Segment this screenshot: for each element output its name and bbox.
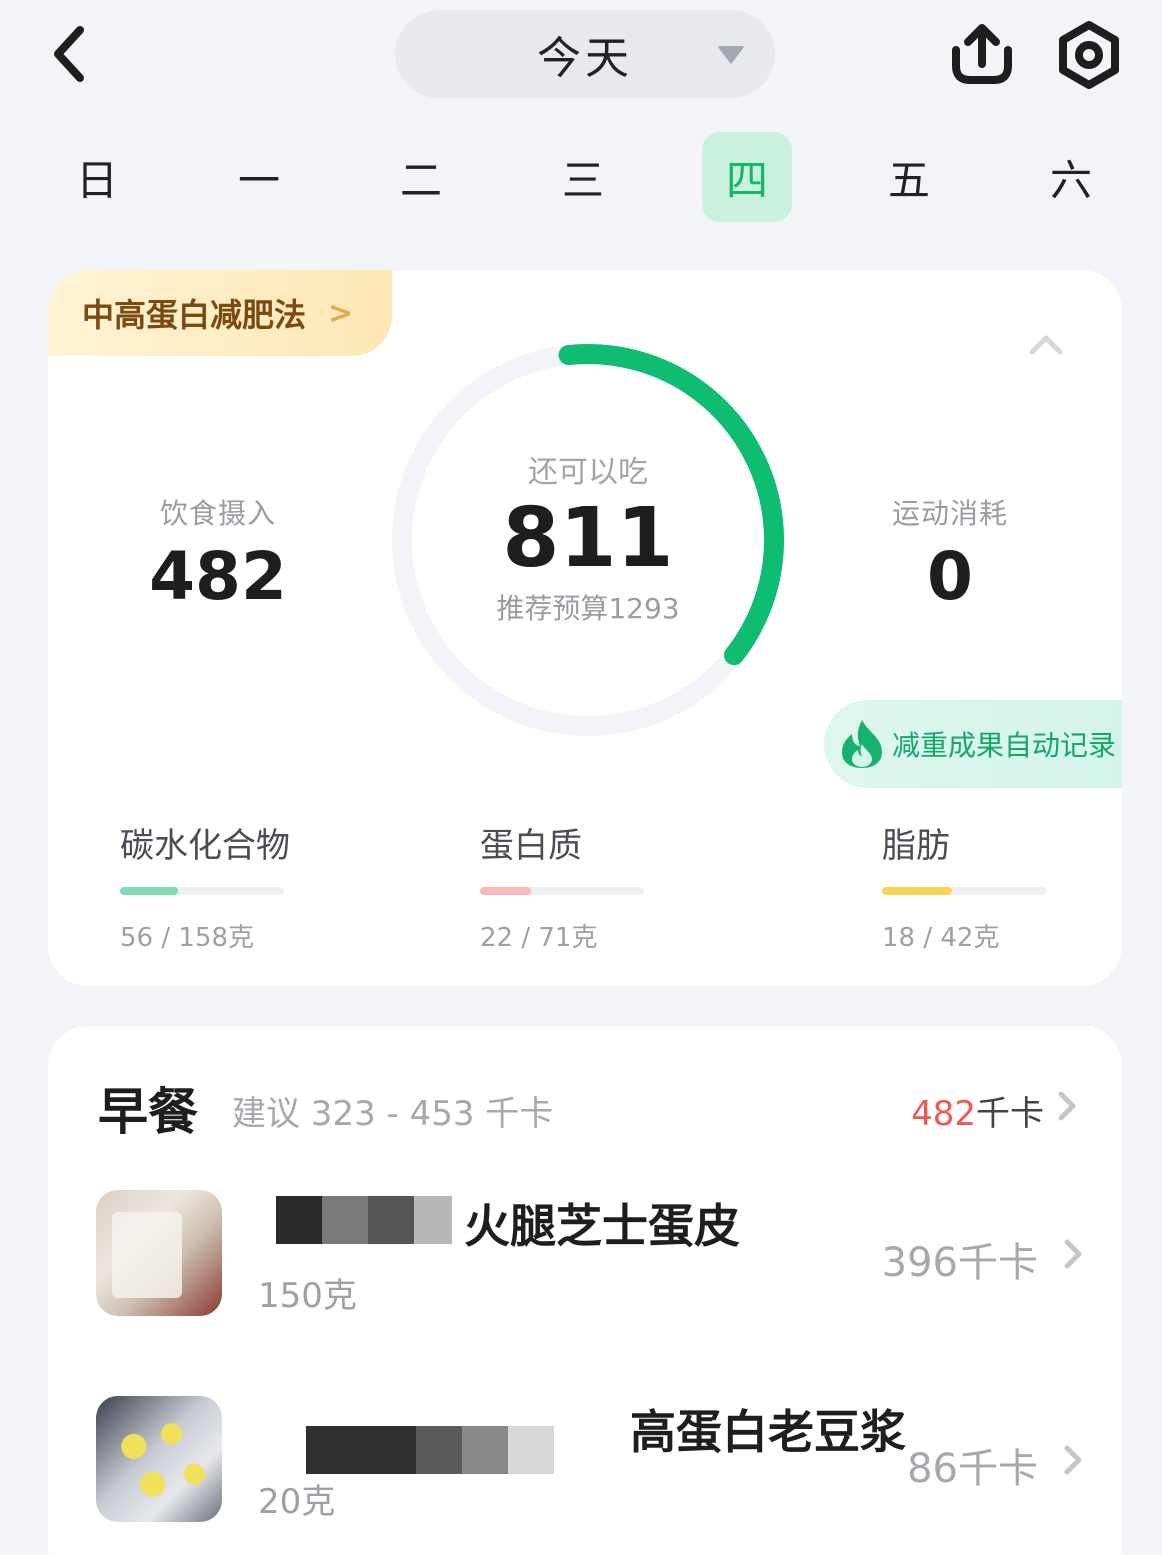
macro-progress-fill <box>480 887 531 895</box>
flame-icon <box>842 720 882 768</box>
settings-button[interactable] <box>1054 20 1124 90</box>
day-wed[interactable]: 三 <box>538 132 628 222</box>
redacted-block <box>306 1426 416 1474</box>
day-sat[interactable]: 六 <box>1026 132 1116 222</box>
intake-label: 饮食摄入 <box>159 497 276 530</box>
macro-amount: 56 / 158克 <box>120 923 254 953</box>
food-item[interactable]: 高蛋白老豆浆 20克 86千卡 <box>96 1396 1086 1526</box>
back-button[interactable] <box>40 22 100 86</box>
day-sun[interactable]: 日 <box>52 132 142 222</box>
meal-total: 482千卡 <box>911 1086 1044 1135</box>
meal-title: 早餐 <box>98 1083 198 1141</box>
day-thu-selected[interactable]: 四 <box>702 132 792 222</box>
chevron-right-icon: > <box>328 295 354 331</box>
macro-carbs: 碳水化合物 56 / 158克 <box>120 818 320 954</box>
top-bar: 今天 <box>0 0 1162 110</box>
macro-progress-bar <box>120 887 284 895</box>
exercise-stat: 运动消耗 0 <box>860 492 1040 615</box>
share-upload-icon <box>952 24 1012 84</box>
date-label: 今天 <box>537 33 633 84</box>
chevron-left-icon <box>54 26 84 82</box>
redacted-block <box>508 1426 554 1474</box>
chevron-right-icon <box>1064 1445 1082 1475</box>
remaining-value: 811 <box>502 491 674 586</box>
date-selector[interactable]: 今天 <box>395 10 775 98</box>
redacted-block <box>414 1196 452 1244</box>
macro-progress-fill <box>120 887 179 895</box>
macro-name: 碳水化合物 <box>120 826 290 866</box>
redacted-block <box>462 1426 508 1474</box>
food-thumbnail <box>96 1190 222 1316</box>
record-label: 减重成果自动记录 <box>892 729 1117 762</box>
meal-suggestion: 建议 323 - 453 千卡 <box>232 1094 554 1134</box>
hex-settings-icon <box>1059 21 1119 89</box>
food-thumbnail <box>96 1396 222 1522</box>
food-kcal: 396千卡 <box>881 1240 1038 1286</box>
calorie-ring: 还可以吃 811 推荐预算1293 <box>388 342 788 742</box>
macro-progress-bar <box>480 887 644 895</box>
redacted-block <box>322 1196 368 1244</box>
redacted-block <box>276 1196 322 1244</box>
macro-progress-fill <box>882 887 953 895</box>
meal-total-value: 482 <box>911 1094 976 1134</box>
collapse-chevron-up-icon[interactable] <box>1028 332 1064 356</box>
food-name: 高蛋白老豆浆 <box>630 1405 906 1459</box>
chevron-right-icon <box>1064 1239 1082 1269</box>
macro-amount: 18 / 42克 <box>882 923 1000 953</box>
plan-label: 中高蛋白减肥法 <box>82 296 307 334</box>
ring-center: 还可以吃 811 推荐预算1293 <box>388 342 788 742</box>
exercise-label: 运动消耗 <box>891 497 1008 530</box>
macro-amount: 22 / 71克 <box>480 923 598 953</box>
macro-protein: 蛋白质 22 / 71克 <box>480 818 680 954</box>
budget-text: 推荐预算1293 <box>496 592 680 625</box>
food-name: 火腿芝士蛋皮 <box>464 1199 740 1253</box>
macro-name: 蛋白质 <box>480 826 582 866</box>
caret-down-icon <box>717 46 745 64</box>
diet-plan-tag[interactable]: 中高蛋白减肥法 > <box>48 270 392 356</box>
share-button[interactable] <box>946 22 1018 88</box>
food-weight: 150克 <box>258 1276 357 1316</box>
calorie-summary-card: 中高蛋白减肥法 > 饮食摄入 482 还可以吃 811 推荐预算1293 运动消… <box>48 270 1122 986</box>
redacted-block <box>368 1196 414 1244</box>
exercise-value: 0 <box>927 538 973 615</box>
redacted-block <box>416 1426 462 1474</box>
food-item[interactable]: 火腿芝士蛋皮 150克 396千卡 <box>96 1190 1086 1320</box>
breakfast-card: 早餐 建议 323 - 453 千卡 482千卡 火腿芝士蛋皮 150克 396… <box>48 1026 1122 1555</box>
macro-progress-bar <box>882 887 1046 895</box>
macro-name: 脂肪 <box>882 826 950 866</box>
meal-total-unit: 千卡 <box>976 1094 1044 1134</box>
auto-record-button[interactable]: 减重成果自动记录 <box>824 700 1122 788</box>
thumb-label-block <box>112 1212 182 1298</box>
day-fri[interactable]: 五 <box>864 132 954 222</box>
food-kcal: 86千卡 <box>907 1446 1038 1492</box>
intake-stat: 饮食摄入 482 <box>128 492 308 615</box>
week-day-selector: 日 一 二 三 四 五 六 <box>50 132 1120 222</box>
chevron-right-icon <box>1058 1091 1076 1121</box>
food-weight: 20克 <box>258 1482 336 1522</box>
day-mon[interactable]: 一 <box>214 132 304 222</box>
meal-header[interactable]: 早餐 建议 323 - 453 千卡 482千卡 <box>98 1072 1078 1142</box>
remaining-label: 还可以吃 <box>528 455 648 490</box>
day-tue[interactable]: 二 <box>376 132 466 222</box>
intake-value: 482 <box>149 538 287 615</box>
macro-fat: 脂肪 18 / 42克 <box>882 818 1082 954</box>
